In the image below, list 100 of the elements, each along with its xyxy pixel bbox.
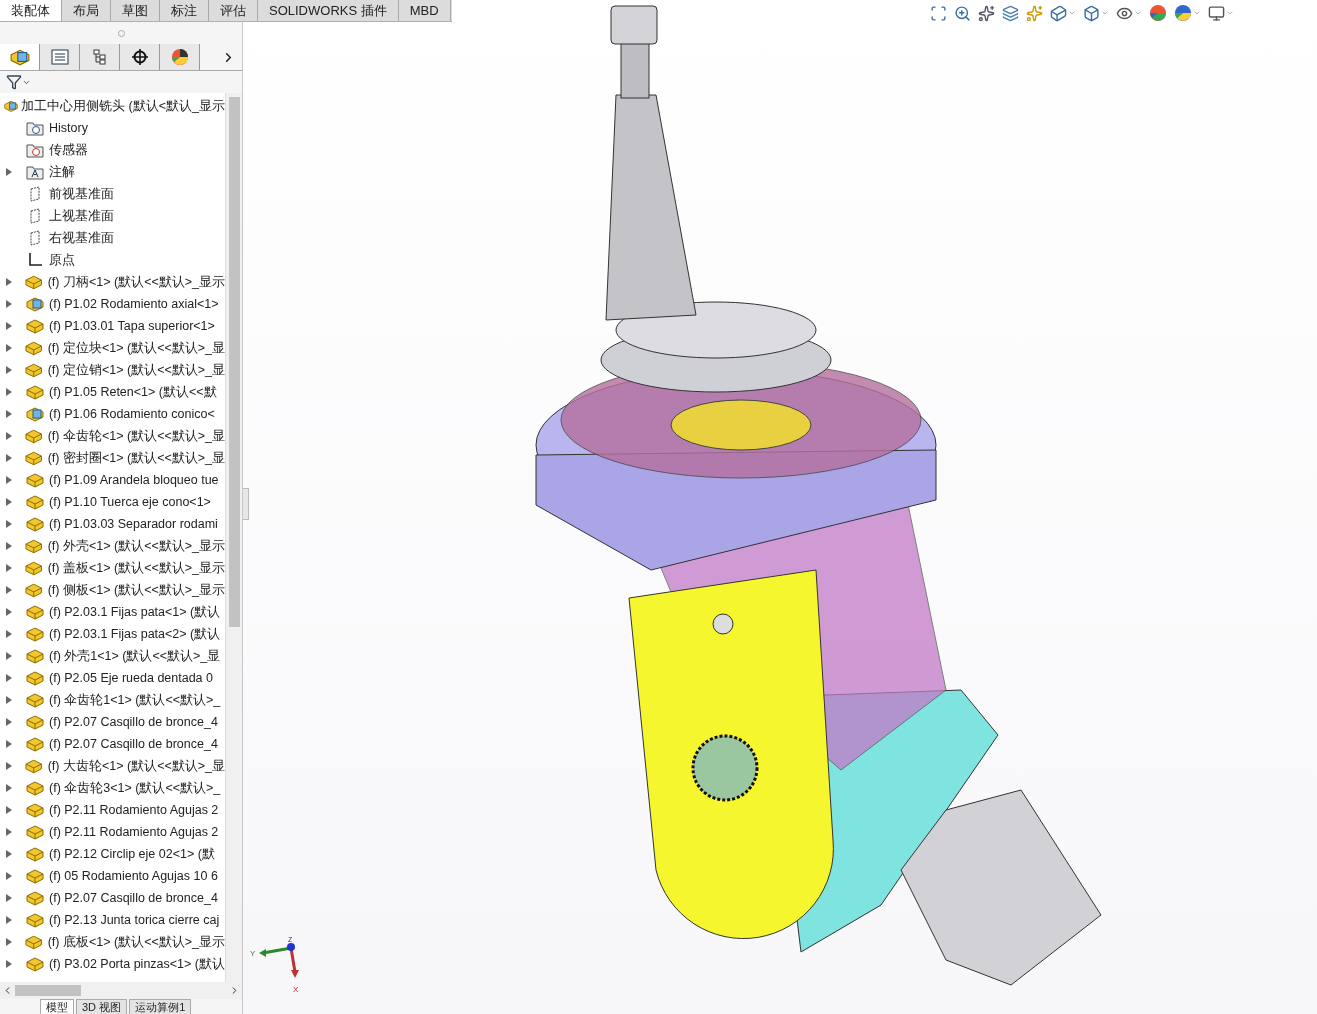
tree-item[interactable]: (f) P1.05 Reten<1> (默认<<默 xyxy=(49,383,217,401)
tree-item[interactable]: (f) P2.11 Rodamiento Agujas 2 xyxy=(49,803,219,817)
caret-icon[interactable] xyxy=(6,344,12,352)
caret-icon[interactable] xyxy=(6,696,12,704)
tree-item[interactable]: (f) P1.09 Arandela bloqueo tue xyxy=(49,473,219,487)
caret-icon[interactable] xyxy=(6,916,12,924)
caret-icon[interactable] xyxy=(6,960,12,968)
vertical-scrollbar[interactable] xyxy=(225,93,242,982)
tree-item[interactable]: (f) 定位块<1> (默认<<默认>_显 xyxy=(47,339,225,357)
tree-item[interactable]: (f) P2.07 Casqillo de bronce_4 xyxy=(49,891,218,905)
tree-item[interactable]: (f) P2.07 Casqillo de bronce_4 xyxy=(49,737,218,751)
panel-tab[interactable] xyxy=(160,44,200,70)
tree-item[interactable]: 原点 xyxy=(49,251,75,269)
tree-item[interactable]: (f) P1.02 Rodamiento axial<1> xyxy=(49,297,219,311)
caret-icon[interactable] xyxy=(6,454,12,462)
zoom-icon[interactable] xyxy=(954,4,971,22)
part-icon xyxy=(25,582,43,598)
cube-icon[interactable] xyxy=(1050,4,1067,22)
tree-item[interactable]: (f) 伞齿轮1<1> (默认<<默认>_ xyxy=(49,691,221,709)
tree-item[interactable]: 加工中心用侧铣头 (默认<默认_显示 xyxy=(21,97,225,115)
bottom-tab[interactable]: 模型 xyxy=(40,999,74,1014)
tree-item[interactable]: (f) P2.05 Eje rueda dentada 0 xyxy=(49,671,213,685)
part-icon xyxy=(25,934,43,950)
part-icon xyxy=(26,692,44,708)
tree-item[interactable]: (f) 大齿轮<1> (默认<<默认>_显 xyxy=(47,757,225,775)
panel-tab[interactable] xyxy=(0,44,40,70)
panel-tab[interactable] xyxy=(120,44,160,70)
caret-icon[interactable] xyxy=(6,894,12,902)
caret-icon[interactable] xyxy=(6,630,12,638)
hierarchy-icon xyxy=(90,49,109,65)
bottom-tab[interactable]: 运动算例1 xyxy=(129,999,192,1014)
caret-icon[interactable] xyxy=(6,168,12,176)
tree-item[interactable]: (f) P1.06 Rodamiento conico< xyxy=(49,407,215,421)
tree-item[interactable]: (f) 05 Rodamiento Agujas 10 6 xyxy=(49,869,218,883)
assembly-icon xyxy=(4,98,19,114)
caret-icon[interactable] xyxy=(6,850,12,858)
tree-item[interactable]: (f) P2.03.1 Fijas pata<1> (默认 xyxy=(49,603,221,621)
tree-item[interactable]: (f) P2.07 Casqillo de bronce_4 xyxy=(49,715,218,729)
caret-icon[interactable] xyxy=(6,718,12,726)
zoom-fit-icon[interactable] xyxy=(930,4,947,22)
tree-item[interactable]: (f) 定位销<1> (默认<<默认>_显 xyxy=(47,361,225,379)
caret-icon[interactable] xyxy=(6,300,12,308)
caret-icon[interactable] xyxy=(6,586,12,594)
tree-item[interactable]: 前视基准面 xyxy=(49,185,114,203)
tree-item[interactable]: 注解 xyxy=(49,163,75,181)
tree-item[interactable]: (f) 外壳1<1> (默认<<默认>_显 xyxy=(49,647,221,665)
tree-item[interactable]: (f) P1.03.03 Separador rodami xyxy=(49,517,218,531)
tree-item[interactable]: 上视基准面 xyxy=(49,207,114,225)
caret-icon[interactable] xyxy=(6,674,12,682)
tree-item[interactable]: (f) P1.10 Tuerca eje cono<1> xyxy=(49,495,211,509)
tree-item[interactable]: (f) 刀柄<1> (默认<<默认>_显示 xyxy=(47,273,225,291)
caret-icon[interactable] xyxy=(6,432,12,440)
assembly-icon xyxy=(26,406,44,422)
bottom-tab[interactable]: 3D 视图 xyxy=(76,999,128,1014)
caret-icon[interactable] xyxy=(6,388,12,396)
caret-icon[interactable] xyxy=(6,806,12,814)
caret-icon[interactable] xyxy=(6,564,12,572)
caret-icon[interactable] xyxy=(6,652,12,660)
axis-label: X xyxy=(293,985,299,994)
command-tab[interactable]: 装配体 xyxy=(0,0,62,21)
tree-item[interactable]: (f) P2.13 Junta torica cierre caj xyxy=(49,913,220,927)
caret-icon[interactable] xyxy=(6,784,12,792)
caret-icon[interactable] xyxy=(6,410,12,418)
tree-item[interactable]: (f) 外壳<1> (默认<<默认>_显示 xyxy=(47,537,225,555)
tree-item[interactable]: (f) P2.12 Circlip eje 02<1> (默 xyxy=(49,845,215,863)
caret-icon[interactable] xyxy=(6,278,12,286)
caret-icon[interactable] xyxy=(6,476,12,484)
part-icon xyxy=(26,824,44,840)
tree-item[interactable]: (f) P2.11 Rodamiento Agujas 2 xyxy=(49,825,219,839)
tree-item[interactable]: (f) 盖板<1> (默认<<默认>_显示 xyxy=(47,559,225,577)
tree-item[interactable]: 传感器 xyxy=(49,141,88,159)
horizontal-scrollbar[interactable] xyxy=(0,982,242,999)
caret-icon[interactable] xyxy=(6,740,12,748)
monitor-icon[interactable] xyxy=(1208,4,1225,22)
tree-item[interactable]: History xyxy=(49,121,88,135)
caret-icon[interactable] xyxy=(6,322,12,330)
tree-item[interactable]: (f) P3.02 Porta pinzas<1> (默认 xyxy=(48,955,225,973)
caret-icon[interactable] xyxy=(6,498,12,506)
tree-item[interactable]: (f) 密封圈<1> (默认<<默认>_显 xyxy=(47,449,225,467)
caret-icon[interactable] xyxy=(6,366,12,374)
caret-icon[interactable] xyxy=(6,542,12,550)
tree-item[interactable]: (f) 伞齿轮3<1> (默认<<默认>_ xyxy=(49,779,221,797)
tree-item[interactable]: (f) P2.03.1 Fijas pata<2> (默认 xyxy=(49,625,221,643)
color-ball-icon[interactable] xyxy=(1174,4,1192,22)
caret-icon[interactable] xyxy=(6,762,12,770)
filter-button[interactable] xyxy=(6,74,31,90)
tree-item[interactable]: (f) 侧板<1> (默认<<默认>_显示 xyxy=(47,581,225,599)
splitter-handle[interactable] xyxy=(241,488,249,520)
caret-icon[interactable] xyxy=(6,872,12,880)
sparkle-icon[interactable] xyxy=(978,4,995,22)
caret-icon[interactable] xyxy=(6,938,12,946)
tree-item[interactable]: (f) P1.03.01 Tapa superior<1> xyxy=(49,319,215,333)
tree-item[interactable]: 右视基准面 xyxy=(49,229,114,247)
color-ball-icon[interactable] xyxy=(1149,4,1167,22)
tree-item[interactable]: (f) 底板<1> (默认<<默认>_显示 xyxy=(47,933,225,951)
tree-item[interactable]: (f) 伞齿轮<1> (默认<<默认>_显 xyxy=(47,427,225,445)
caret-icon[interactable] xyxy=(6,608,12,616)
caret-icon[interactable] xyxy=(6,520,12,528)
cube-icon[interactable] xyxy=(1083,4,1100,22)
caret-icon[interactable] xyxy=(6,828,12,836)
